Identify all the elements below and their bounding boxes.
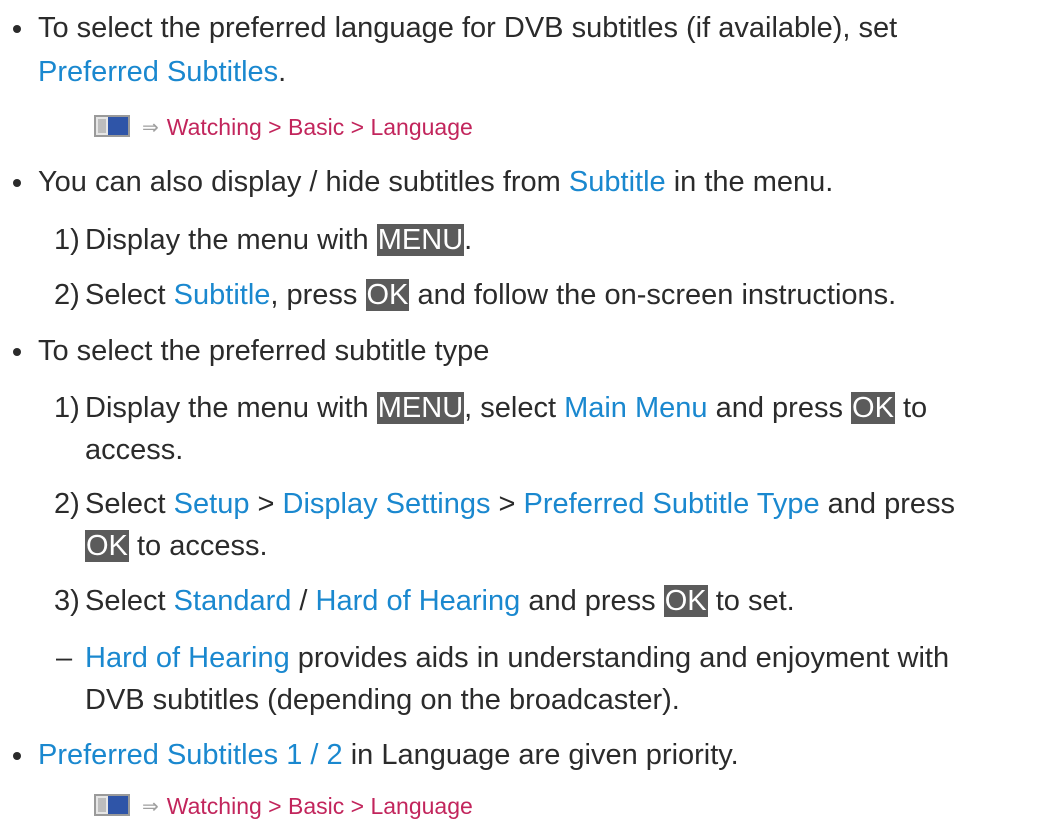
step-text: Select Standard / Hard of Hearing and pr…	[85, 585, 795, 617]
step-select-setup: 2) Select Setup > Display Settings > Pre…	[0, 486, 1049, 566]
right-arrow-icon: ⇒	[142, 795, 159, 818]
bullet-text: You can also display / hide subtitles fr…	[38, 166, 834, 198]
standard-link[interactable]: Standard	[174, 585, 292, 617]
step-number: 2)	[54, 279, 80, 311]
bullet-text-line2: Preferred Subtitles.	[38, 56, 287, 88]
bullet-subtitle-menu: You can also display / hide subtitles fr…	[0, 164, 1049, 200]
step-text-line2: access.	[85, 434, 184, 466]
bullet-preferred-language: To select the preferred language for DVB…	[0, 10, 1049, 100]
step-text: Select Subtitle, press OK and follow the…	[85, 279, 897, 311]
bullet-text-line1: To select the preferred language for DVB…	[38, 12, 898, 44]
bullet-subtitle-type: To select the preferred subtitle type	[0, 333, 1049, 369]
step-select-subtitle: 2) Select Subtitle, press OK and follow …	[0, 277, 1049, 313]
bullet-text: Preferred Subtitles 1 / 2 in Language ar…	[38, 739, 739, 771]
ok-key: OK	[663, 585, 708, 617]
note-text-line1: Hard of Hearing provides aids in underst…	[85, 642, 950, 674]
subtitle-link[interactable]: Subtitle	[174, 279, 271, 311]
step-number: 2)	[54, 488, 80, 520]
step-number: 3)	[54, 585, 80, 617]
preferred-subtitles-link[interactable]: Preferred Subtitles	[38, 56, 278, 88]
tv-menu-icon	[94, 115, 134, 139]
step-text-line2: OK to access.	[85, 530, 268, 562]
bullet-priority: Preferred Subtitles 1 / 2 in Language ar…	[0, 737, 1049, 773]
step-select-standard: 3) Select Standard / Hard of Hearing and…	[0, 583, 1049, 619]
menu-path-text[interactable]: Watching > Basic > Language	[167, 114, 473, 141]
step-text-line1: Display the menu with MENU, select Main …	[85, 392, 928, 424]
ok-key: OK	[365, 279, 410, 311]
bullet-dot	[13, 179, 21, 187]
preferred-subtitles-link[interactable]: Preferred Subtitles 1 / 2	[38, 739, 343, 771]
preferred-subtitle-type-link[interactable]: Preferred Subtitle Type	[524, 488, 820, 520]
main-menu-link[interactable]: Main Menu	[564, 392, 707, 424]
menu-path-1: ⇒ Watching > Basic > Language	[94, 111, 473, 143]
step-text: Display the menu with MENU.	[85, 224, 473, 256]
bullet-text: To select the preferred subtitle type	[38, 335, 490, 367]
ok-key: OK	[85, 530, 129, 562]
menu-path-2: ⇒ Watching > Basic > Language	[94, 790, 473, 822]
step-number: 1)	[54, 392, 80, 424]
right-arrow-icon: ⇒	[142, 116, 159, 139]
note-dash: –	[56, 642, 73, 674]
step-number: 1)	[54, 224, 80, 256]
menu-path-text[interactable]: Watching > Basic > Language	[167, 793, 473, 820]
step-display-menu: 1) Display the menu with MENU.	[0, 222, 1049, 258]
hard-of-hearing-link[interactable]: Hard of Hearing	[316, 585, 521, 617]
hard-of-hearing-link[interactable]: Hard of Hearing	[85, 642, 290, 674]
ok-key: OK	[851, 392, 895, 424]
setup-link[interactable]: Setup	[174, 488, 250, 520]
subtitle-link[interactable]: Subtitle	[569, 166, 666, 198]
step-text-line1: Select Setup > Display Settings > Prefer…	[85, 488, 956, 520]
note-text-line2: DVB subtitles (depending on the broadcas…	[85, 684, 680, 716]
bullet-dot	[13, 348, 21, 356]
note-hard-of-hearing: – Hard of Hearing provides aids in under…	[0, 640, 1049, 720]
menu-key: MENU	[376, 224, 465, 256]
menu-key: MENU	[376, 392, 465, 424]
step-display-main-menu: 1) Display the menu with MENU, select Ma…	[0, 390, 1049, 470]
bullet-dot	[13, 25, 21, 33]
tv-menu-icon	[94, 794, 134, 818]
display-settings-link[interactable]: Display Settings	[283, 488, 491, 520]
bullet-dot	[13, 752, 21, 760]
